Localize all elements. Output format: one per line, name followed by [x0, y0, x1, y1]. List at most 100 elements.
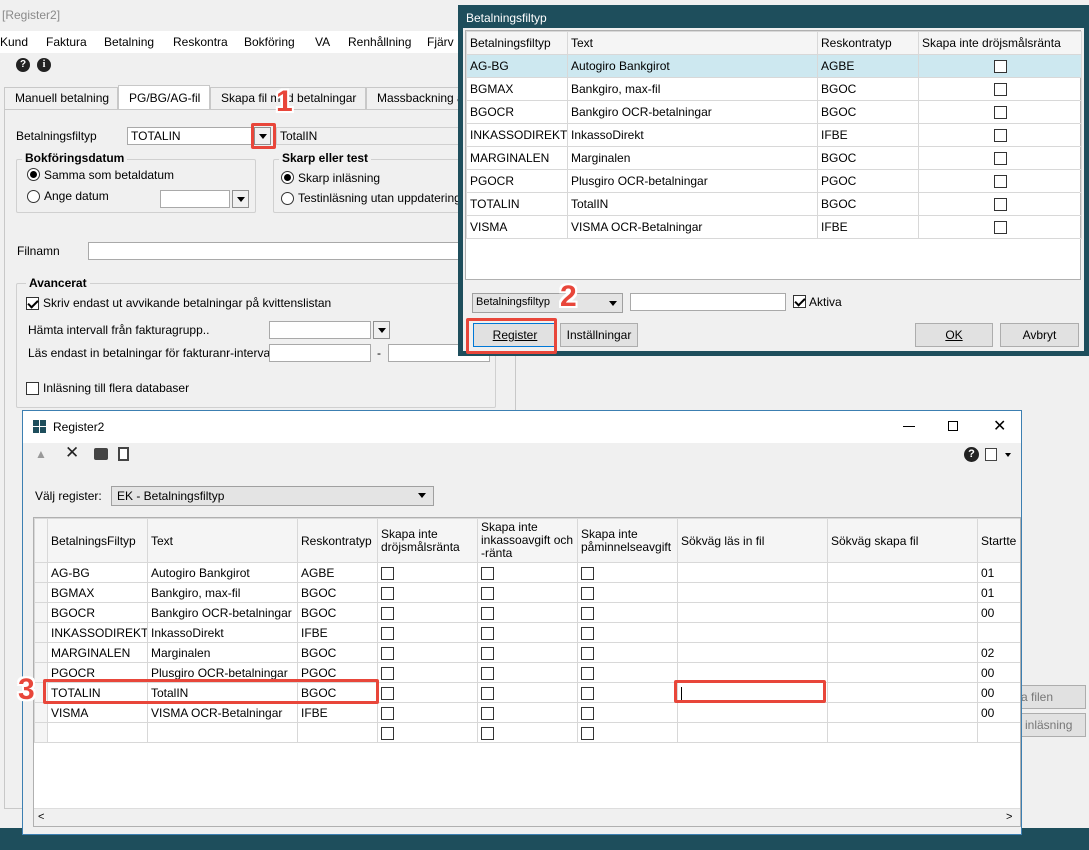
reg-cell-start[interactable]: 00 — [977, 702, 1020, 723]
reg-cell-sokvag-skapa[interactable] — [827, 662, 978, 683]
dialog-cell-skapa[interactable] — [918, 146, 1082, 170]
tab-pg-bg-ag[interactable]: PG/BG/AG-fil — [118, 85, 210, 110]
reg-cell-sokvag-skapa[interactable] — [827, 562, 978, 583]
checkbox[interactable] — [993, 198, 1007, 212]
row-header[interactable] — [34, 702, 48, 723]
aktiva-checkbox[interactable] — [793, 295, 806, 308]
register-table-row[interactable]: BGMAX Bankgiro, max-fil BGOC 01 — [34, 582, 1020, 603]
checkbox[interactable] — [581, 566, 594, 580]
register-table-row[interactable] — [34, 722, 1020, 743]
dialog-cell-code[interactable]: BGMAX — [466, 77, 568, 101]
dialog-cell-code[interactable]: INKASSODIREKT — [466, 123, 568, 147]
reg-col-drojsmal[interactable]: Skapa inte dröjsmålsränta — [377, 518, 478, 563]
row-header[interactable] — [34, 562, 48, 583]
reg-cell-sokvag-skapa[interactable] — [827, 682, 978, 703]
row-header[interactable] — [34, 622, 48, 643]
reg-cell-start[interactable]: 00 — [977, 602, 1020, 623]
reg-cell-text[interactable] — [147, 722, 298, 743]
reg-cell-inkasso[interactable] — [477, 562, 578, 583]
dialog-cell-text[interactable]: Bankgiro OCR-betalningar — [567, 100, 818, 124]
reg-cell-code[interactable]: AG-BG — [47, 562, 148, 583]
dialog-cell-skapa[interactable] — [918, 77, 1082, 101]
reg-cell-type[interactable]: IFBE — [297, 702, 378, 723]
checkbox[interactable] — [481, 626, 494, 640]
reg-cell-start[interactable] — [977, 622, 1020, 643]
radio-samma[interactable] — [27, 168, 40, 181]
reg-cell-start[interactable]: 00 — [977, 682, 1020, 703]
checkbox[interactable] — [993, 60, 1007, 74]
reg-col-filtyp[interactable]: BetalningsFiltyp — [47, 518, 148, 563]
info-icon[interactable]: i — [37, 58, 51, 72]
reg-cell-sokvag-skapa[interactable] — [827, 602, 978, 623]
reg-cell-inkasso[interactable] — [477, 682, 578, 703]
scroll-left-icon[interactable]: < — [38, 811, 44, 823]
dialog-cell-text[interactable]: Autogiro Bankgirot — [567, 54, 818, 78]
reg-cell-sokvag-skapa[interactable] — [827, 722, 978, 743]
reg-cell-inkasso[interactable] — [477, 722, 578, 743]
reg-cell-drojsmal[interactable] — [377, 582, 478, 603]
reg-cell-type[interactable]: BGOC — [297, 582, 378, 603]
reg-cell-sokvag-las[interactable] — [677, 602, 828, 623]
dialog-col-filtyp[interactable]: Betalningsfiltyp — [466, 31, 568, 55]
reg-cell-code[interactable]: VISMA — [47, 702, 148, 723]
reg-cell-code[interactable]: MARGINALEN — [47, 642, 148, 663]
scroll-right-icon[interactable]: > — [1006, 811, 1012, 823]
reg-cell-drojsmal[interactable] — [377, 642, 478, 663]
reg-cell-sokvag-las[interactable] — [677, 722, 828, 743]
reg-cell-text[interactable]: Bankgiro, max-fil — [147, 582, 298, 603]
checkbox[interactable] — [581, 586, 594, 600]
date-dropdown-button[interactable] — [232, 190, 249, 208]
checkbox[interactable] — [381, 646, 394, 660]
reg-cell-code[interactable]: BGOCR — [47, 602, 148, 623]
print-icon[interactable] — [94, 448, 108, 460]
dialog-cell-code[interactable]: MARGINALEN — [466, 146, 568, 170]
dialog-cell-code[interactable]: BGOCR — [466, 100, 568, 124]
checkbox[interactable] — [581, 686, 594, 700]
reg-cell-start[interactable] — [977, 722, 1020, 743]
dialog-cell-code[interactable]: VISMA — [466, 215, 568, 239]
minimize-icon[interactable] — [903, 426, 915, 427]
register-table-row[interactable]: VISMA VISMA OCR-Betalningar IFBE 00 — [34, 702, 1020, 723]
reg-cell-start[interactable]: 01 — [977, 562, 1020, 583]
reg-cell-type[interactable]: IFBE — [297, 622, 378, 643]
filter-select[interactable]: Betalningsfiltyp — [472, 293, 623, 313]
reg-cell-paminnelse[interactable] — [577, 582, 678, 603]
tab-massbackning[interactable]: Massbackning av — [366, 87, 462, 109]
help-icon[interactable]: ? — [964, 447, 979, 462]
reg-cell-drojsmal[interactable] — [377, 662, 478, 683]
checkbox[interactable] — [381, 566, 394, 580]
reg-col-sokvag-las[interactable]: Sökväg läs in fil — [677, 518, 828, 563]
row-header[interactable] — [34, 582, 48, 603]
checkbox[interactable] — [381, 606, 394, 620]
dialog-cell-type[interactable]: PGOC — [817, 169, 919, 193]
checkbox[interactable] — [993, 152, 1007, 166]
menu-va[interactable]: VA — [315, 35, 330, 49]
maximize-icon[interactable] — [948, 421, 958, 431]
menu-kund[interactable]: Kund — [0, 35, 28, 49]
hamta-select[interactable] — [269, 321, 371, 339]
checkbox[interactable] — [481, 606, 494, 620]
menu-renhallning[interactable]: Renhållning — [348, 35, 411, 49]
checkbox[interactable] — [381, 666, 394, 680]
dialog-cell-skapa[interactable] — [918, 100, 1082, 124]
installningar-button[interactable]: Inställningar — [560, 323, 638, 347]
reg-col-reskontra[interactable]: Reskontratyp — [297, 518, 378, 563]
reg-cell-drojsmal[interactable] — [377, 702, 478, 723]
dialog-table-row[interactable]: AG-BG Autogiro Bankgirot AGBE — [466, 54, 1082, 78]
reg-cell-paminnelse[interactable] — [577, 642, 678, 663]
reg-cell-sokvag-las[interactable] — [677, 562, 828, 583]
las-filen-button[interactable]: a filen — [1020, 685, 1086, 709]
ok-button[interactable]: OK — [915, 323, 993, 347]
row-header[interactable] — [34, 722, 48, 743]
chevron-down-icon[interactable] — [1005, 453, 1011, 457]
reg-cell-drojsmal[interactable] — [377, 562, 478, 583]
checkbox[interactable] — [481, 646, 494, 660]
dialog-table-row[interactable]: MARGINALEN Marginalen BGOC — [466, 146, 1082, 170]
dialog-table-row[interactable]: TOTALIN TotalIN BGOC — [466, 192, 1082, 216]
reg-cell-inkasso[interactable] — [477, 662, 578, 683]
reg-cell-sokvag-las[interactable] — [677, 622, 828, 643]
checkbox[interactable] — [581, 626, 594, 640]
help-icon[interactable]: ? — [16, 58, 30, 72]
filnamn-input[interactable] — [88, 242, 468, 260]
dialog-col-text[interactable]: Text — [567, 31, 818, 55]
